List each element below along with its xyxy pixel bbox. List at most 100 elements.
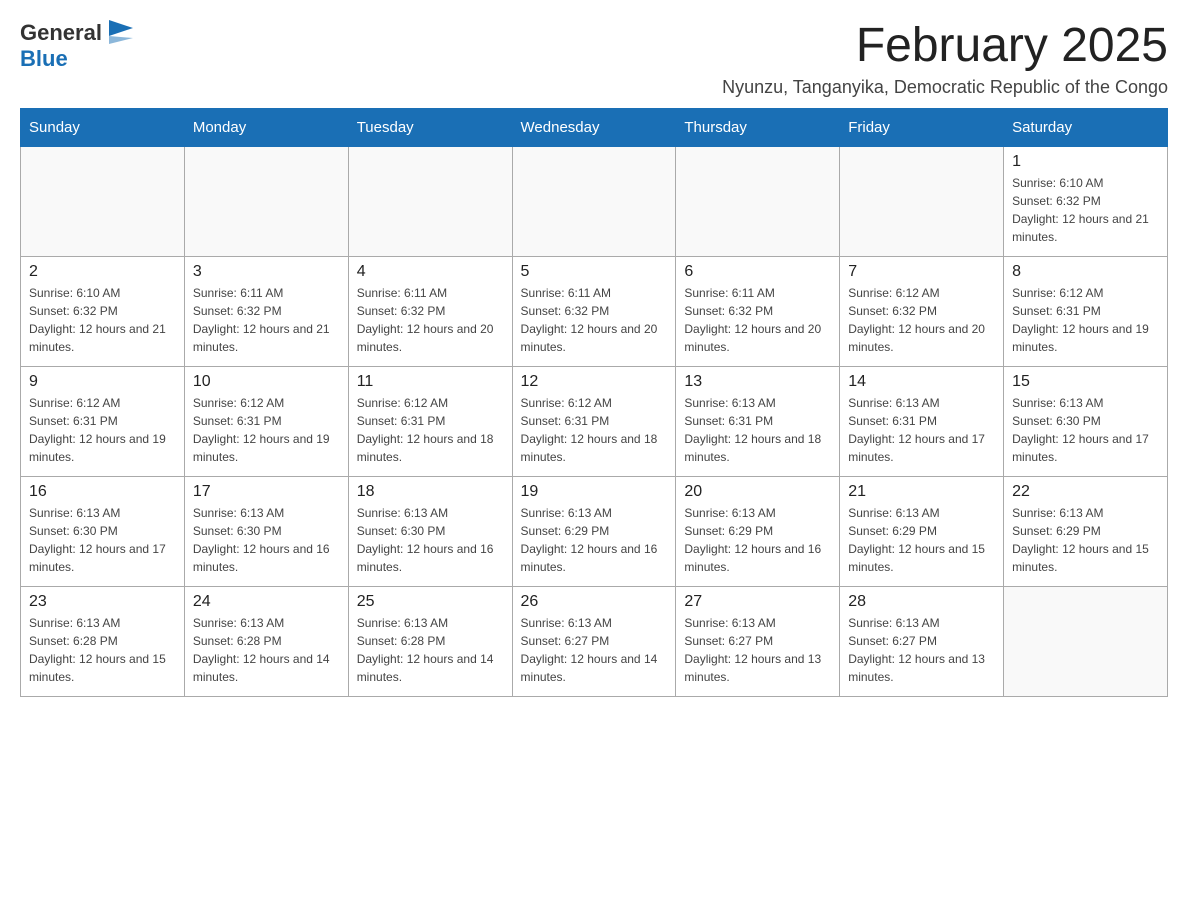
day-number: 2 [29,263,176,281]
day-number: 7 [848,263,995,281]
day-info: Sunrise: 6:13 AM Sunset: 6:31 PM Dayligh… [684,394,831,466]
table-row: 11Sunrise: 6:12 AM Sunset: 6:31 PM Dayli… [348,366,512,476]
table-row: 19 Sunrise: 6:13 AM Sunset: 6:29 PM Dayli… [512,476,676,586]
table-row [21,146,185,256]
day-number: 1 [1012,153,1159,171]
table-row: 20 Sunrise: 6:13 AM Sunset: 6:29 PM Dayli… [676,476,840,586]
table-row: 1 Sunrise: 6:10 AM Sunset: 6:32 PM Daylig… [1004,146,1168,256]
header-friday: Friday [840,108,1004,146]
day-info: Sunrise: 6:12 AM Sunset: 6:32 PM Dayligh… [848,284,995,356]
table-row: 18 Sunrise: 6:13 AM Sunset: 6:30 PM Dayli… [348,476,512,586]
header-tuesday: Tuesday [348,108,512,146]
day-info: Sunrise: 6:13 AM Sunset: 6:30 PM Dayligh… [193,504,340,576]
table-row: 28 Sunrise: 6:13 AM Sunset: 6:27 PM Dayli… [840,586,1004,696]
table-row [184,146,348,256]
calendar-table: Sunday Monday Tuesday Wednesday Thursday… [20,108,1168,697]
day-info: Sunrise: 6:13 AM Sunset: 6:30 PM Dayligh… [29,504,176,576]
table-row [1004,586,1168,696]
table-row: 13 Sunrise: 6:13 AM Sunset: 6:31 PM Dayli… [676,366,840,476]
month-title: February 2025 [722,20,1168,73]
header-sunday: Sunday [21,108,185,146]
day-number: 27 [684,593,831,611]
day-info: Sunrise: 6:10 AM Sunset: 6:32 PM Dayligh… [29,284,176,356]
logo-text-blue: Blue [20,46,68,71]
day-number: 9 [29,373,176,391]
table-row: 23 Sunrise: 6:13 AM Sunset: 6:28 PM Dayli… [21,586,185,696]
table-row [348,146,512,256]
table-row: 25 Sunrise: 6:13 AM Sunset: 6:28 PM Dayli… [348,586,512,696]
table-row: 6 Sunrise: 6:11 AM Sunset: 6:32 PM Daylig… [676,256,840,366]
day-info: Sunrise: 6:12 AM Sunset: 6:31 PM Dayligh… [29,394,176,466]
table-row: 7 Sunrise: 6:12 AM Sunset: 6:32 PM Daylig… [840,256,1004,366]
day-number: 12 [521,373,668,391]
calendar-week-row: 9 Sunrise: 6:12 AM Sunset: 6:31 PM Daylig… [21,366,1168,476]
day-number: 17 [193,483,340,501]
day-number: 19 [521,483,668,501]
page-header: General Blue February 2025 Nyunzu, Tanga… [20,20,1168,98]
day-number: 14 [848,373,995,391]
day-info: Sunrise: 6:13 AM Sunset: 6:28 PM Dayligh… [29,614,176,686]
day-number: 25 [357,593,504,611]
table-row: 27 Sunrise: 6:13 AM Sunset: 6:27 PM Dayli… [676,586,840,696]
logo-flag-icon [105,18,137,46]
table-row [512,146,676,256]
logo: General Blue [20,20,137,72]
day-info: Sunrise: 6:13 AM Sunset: 6:29 PM Dayligh… [684,504,831,576]
day-info: Sunrise: 6:13 AM Sunset: 6:29 PM Dayligh… [848,504,995,576]
header-thursday: Thursday [676,108,840,146]
day-number: 16 [29,483,176,501]
day-number: 3 [193,263,340,281]
day-info: Sunrise: 6:13 AM Sunset: 6:31 PM Dayligh… [848,394,995,466]
day-info: Sunrise: 6:13 AM Sunset: 6:30 PM Dayligh… [357,504,504,576]
day-number: 8 [1012,263,1159,281]
day-info: Sunrise: 6:13 AM Sunset: 6:27 PM Dayligh… [684,614,831,686]
day-info: Sunrise: 6:11 AM Sunset: 6:32 PM Dayligh… [684,284,831,356]
logo-text-general: General [20,20,102,46]
header-monday: Monday [184,108,348,146]
weekday-header-row: Sunday Monday Tuesday Wednesday Thursday… [21,108,1168,146]
table-row: 5 Sunrise: 6:11 AM Sunset: 6:32 PM Daylig… [512,256,676,366]
day-number: 11 [357,373,504,391]
table-row: 4Sunrise: 6:11 AM Sunset: 6:32 PM Daylig… [348,256,512,366]
day-info: Sunrise: 6:12 AM Sunset: 6:31 PM Dayligh… [521,394,668,466]
table-row: 12 Sunrise: 6:12 AM Sunset: 6:31 PM Dayli… [512,366,676,476]
day-info: Sunrise: 6:13 AM Sunset: 6:27 PM Dayligh… [521,614,668,686]
day-number: 21 [848,483,995,501]
day-number: 18 [357,483,504,501]
header-saturday: Saturday [1004,108,1168,146]
day-number: 28 [848,593,995,611]
table-row: 16 Sunrise: 6:13 AM Sunset: 6:30 PM Dayli… [21,476,185,586]
table-row: 10Sunrise: 6:12 AM Sunset: 6:31 PM Dayli… [184,366,348,476]
table-row [840,146,1004,256]
table-row: 21 Sunrise: 6:13 AM Sunset: 6:29 PM Dayli… [840,476,1004,586]
table-row: 24 Sunrise: 6:13 AM Sunset: 6:28 PM Dayli… [184,586,348,696]
table-row: 2 Sunrise: 6:10 AM Sunset: 6:32 PM Daylig… [21,256,185,366]
day-number: 15 [1012,373,1159,391]
table-row: 26 Sunrise: 6:13 AM Sunset: 6:27 PM Dayli… [512,586,676,696]
table-row: 15Sunrise: 6:13 AM Sunset: 6:30 PM Dayli… [1004,366,1168,476]
day-number: 5 [521,263,668,281]
day-number: 6 [684,263,831,281]
day-info: Sunrise: 6:10 AM Sunset: 6:32 PM Dayligh… [1012,174,1159,246]
day-number: 26 [521,593,668,611]
table-row: 3 Sunrise: 6:11 AM Sunset: 6:32 PM Daylig… [184,256,348,366]
calendar-week-row: 2 Sunrise: 6:10 AM Sunset: 6:32 PM Daylig… [21,256,1168,366]
day-number: 20 [684,483,831,501]
day-number: 22 [1012,483,1159,501]
day-info: Sunrise: 6:13 AM Sunset: 6:28 PM Dayligh… [193,614,340,686]
day-number: 24 [193,593,340,611]
table-row: 17 Sunrise: 6:13 AM Sunset: 6:30 PM Dayli… [184,476,348,586]
location-subtitle: Nyunzu, Tanganyika, Democratic Republic … [722,77,1168,98]
day-info: Sunrise: 6:11 AM Sunset: 6:32 PM Dayligh… [357,284,504,356]
title-area: February 2025 Nyunzu, Tanganyika, Democr… [722,20,1168,98]
day-info: Sunrise: 6:11 AM Sunset: 6:32 PM Dayligh… [193,284,340,356]
day-info: Sunrise: 6:13 AM Sunset: 6:29 PM Dayligh… [521,504,668,576]
day-info: Sunrise: 6:13 AM Sunset: 6:29 PM Dayligh… [1012,504,1159,576]
day-info: Sunrise: 6:13 AM Sunset: 6:27 PM Dayligh… [848,614,995,686]
calendar-week-row: 23 Sunrise: 6:13 AM Sunset: 6:28 PM Dayli… [21,586,1168,696]
day-number: 13 [684,373,831,391]
day-number: 23 [29,593,176,611]
day-info: Sunrise: 6:11 AM Sunset: 6:32 PM Dayligh… [521,284,668,356]
day-info: Sunrise: 6:13 AM Sunset: 6:28 PM Dayligh… [357,614,504,686]
calendar-week-row: 16 Sunrise: 6:13 AM Sunset: 6:30 PM Dayli… [21,476,1168,586]
